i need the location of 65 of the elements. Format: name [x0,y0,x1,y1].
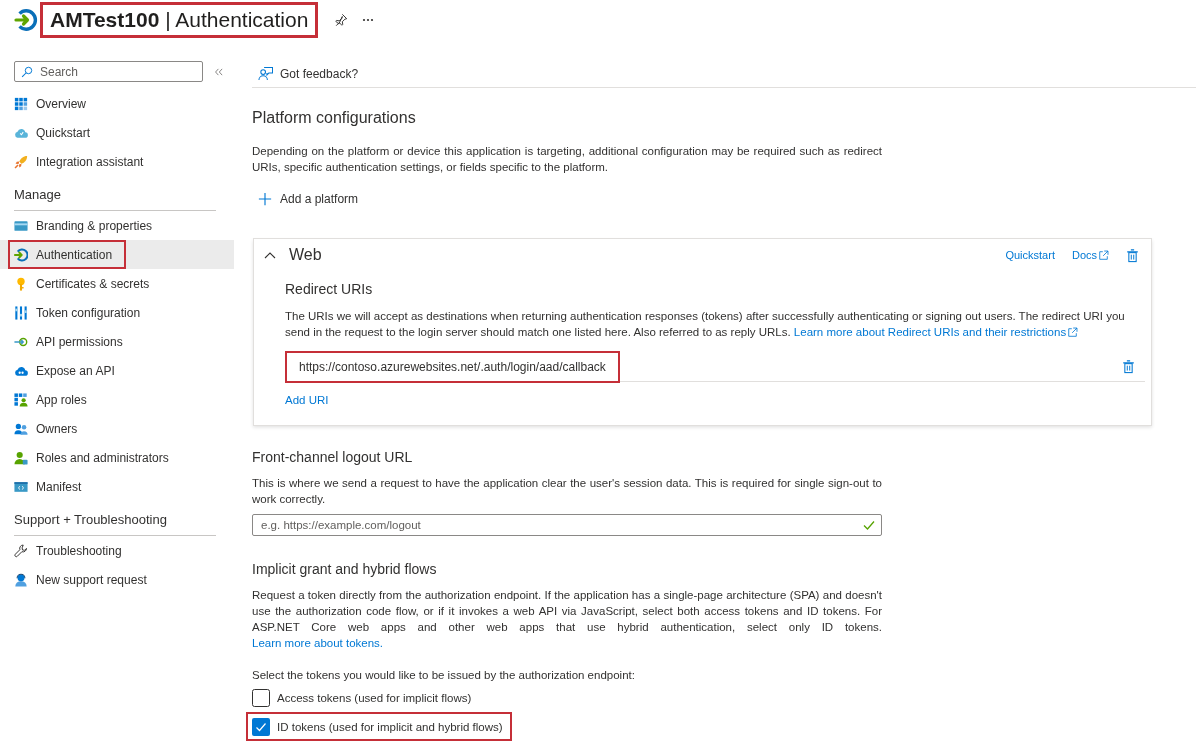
section-title: Implicit grant and hybrid flows [252,560,438,578]
app-logo-icon [14,8,38,32]
learn-more-link[interactable]: Learn more about tokens. [252,637,384,649]
feedback-button[interactable]: Got feedback? [252,61,359,86]
sidebar-item[interactable]: Manifest [0,472,234,501]
checkbox-option[interactable]: ID tokens (used for implicit and hybrid flows) [246,712,512,741]
external-link-icon [1067,327,1079,338]
sidebar-item[interactable]: Certificates & secrets [0,269,234,298]
code-panel-icon [14,479,28,494]
external-link-icon [1098,250,1109,261]
person-icon [14,450,28,465]
pin-icon[interactable] [334,13,349,27]
sidebar-item[interactable]: API permissions [0,327,234,356]
add-uri-link[interactable]: Add URI [285,392,329,408]
page-title: AMTest100 | Authentication [40,2,319,38]
section-heading: Support + Troubleshooting [14,511,216,536]
sidebar-item[interactable]: Integration assistant [0,147,234,176]
sidebar-item[interactable]: Quickstart [0,118,234,147]
sidebar-item[interactable]: Token configuration [0,298,234,327]
logout-url-field[interactable]: e.g. https://example.com/logout [252,514,882,536]
sidebar-item[interactable]: Troubleshooting [0,536,234,565]
prompt-text: Select the tokens you would like to be issued by the authorization endpoint: [252,668,636,683]
description-text: Depending on the platform or device this application is targeting, additional configuration may be required such as redirect URIs, specific authentication settings, or fields specific to the platform. [252,144,882,175]
quickstart-link[interactable]: Quickstart [1005,249,1055,261]
description-text: This is where we send a request to have the application clear the user's session data. This is required for single sign-out to work correctly. [252,476,882,507]
support-person-icon [14,572,28,587]
checkbox-option[interactable]: Access tokens (used for implicit flows) [246,683,481,712]
people-icon [14,421,28,436]
section-title: Platform configurations [252,108,417,128]
sign-in-icon [14,247,28,262]
grid-person-icon [14,392,28,407]
search-field[interactable]: Search [14,61,203,82]
plus-icon [258,192,272,206]
sidebar-item[interactable]: Branding & properties [0,211,234,240]
checkbox-icon[interactable] [252,688,270,707]
delete-icon[interactable] [1126,247,1139,263]
learn-more-link[interactable]: Learn more about Redirect URIs and their restrictions [793,326,1079,338]
collapse-icon[interactable] [214,66,224,77]
bars-icon [14,305,28,320]
more-icon[interactable] [362,18,375,22]
section-title: Front-channel logout URL [252,448,414,466]
rocket-icon [14,154,28,169]
wrench-icon [14,543,28,558]
sidebar-item[interactable]: Owners [0,414,234,443]
delete-icon[interactable] [1122,358,1135,374]
sidebar-item[interactable]: Overview [0,89,234,118]
sidebar-item[interactable]: Authentication [0,240,234,269]
card-title: Web [289,245,322,265]
key-icon [14,276,28,291]
subsection-title: Redirect URIs [285,280,374,298]
section-heading: Manage [14,186,216,211]
feedback-icon [258,66,273,81]
sidebar-item[interactable]: Expose an API [0,356,234,385]
docs-link[interactable]: Docs [1071,249,1109,261]
grid-icon [14,96,28,111]
description-text: The URIs we will accept as destinations when returning authentication responses (tokens) after successfully authenticating or signing out users. The redirect URI you send in the request to the login server should match one listed here. Also referred to as reply URLs. Learn more about Redirect URIs and their restrictions [285,309,1126,340]
checkbox-checked-icon[interactable] [252,717,270,736]
add-platform-button[interactable]: Add a platform [252,187,359,211]
search-icon [21,66,33,78]
sidebar-item[interactable]: Roles and administrators [0,443,234,472]
sidebar-item[interactable]: New support request [0,565,234,594]
card-icon [14,218,28,233]
description-text: Request a token directly from the authorization endpoint. If the application has a single-page architecture (SPA) and doesn't use the authorization code flow, or if it invokes a web API via JavaScript, select both access tokens and ID tokens. For ASP.NET Core web apps and other web apps that use hybrid authentication, select only ID tokens. Learn more about tokens. [252,588,882,651]
redirect-uri-value[interactable]: https://contoso.azurewebsites.net/.auth/login/aad/callback [285,351,620,383]
sidebar-item[interactable]: App roles [0,385,234,414]
